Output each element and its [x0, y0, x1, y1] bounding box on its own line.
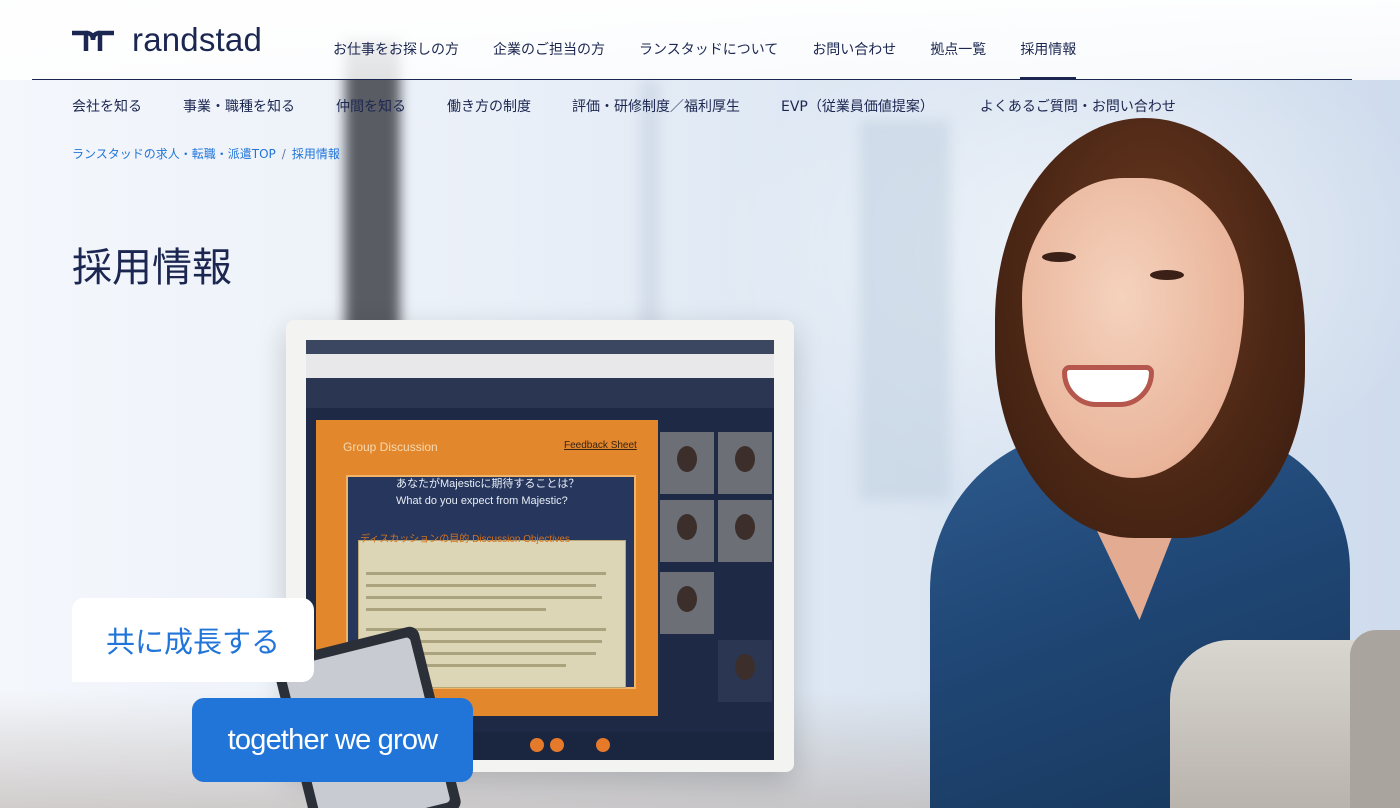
- screen-question-en: What do you expect from Majestic?: [396, 495, 568, 507]
- main-nav-companies[interactable]: 企業のご担当の方: [476, 28, 622, 80]
- main-nav-about[interactable]: ランスタッドについて: [622, 28, 795, 80]
- video-participant: [660, 500, 714, 562]
- video-participant: [660, 572, 714, 634]
- breadcrumb: ランスタッドの求人・転職・派遣TOP / 採用情報: [72, 145, 340, 162]
- video-participant: [718, 500, 772, 562]
- header-divider: [32, 79, 1352, 80]
- breadcrumb-current[interactable]: 採用情報: [292, 145, 340, 162]
- video-participant: [718, 640, 772, 702]
- person-eye: [1042, 252, 1076, 262]
- main-nav-job-seekers[interactable]: お仕事をお探しの方: [316, 28, 476, 80]
- chair-image: [1350, 630, 1400, 808]
- meeting-control-icon: [550, 738, 564, 752]
- screen-note-title: ディスカッションの目的 Discussion Objectives: [360, 534, 570, 545]
- sub-nav-colleagues[interactable]: 仲間を知る: [336, 96, 406, 116]
- browser-address-bar: [306, 354, 774, 378]
- window-pillar: [640, 80, 660, 340]
- person-eye: [1150, 270, 1184, 280]
- breadcrumb-separator: /: [281, 146, 286, 161]
- note-text-line: [366, 572, 606, 575]
- screen-slide-title: Group Discussion: [343, 440, 438, 454]
- main-nav-locations[interactable]: 拠点一覧: [913, 28, 1003, 80]
- main-nav-recruitment[interactable]: 採用情報: [1003, 28, 1093, 80]
- site-header: randstad お仕事をお探しの方 企業のご担当の方 ランスタッドについて お…: [0, 0, 1400, 80]
- randstad-logo[interactable]: randstad: [70, 21, 263, 58]
- main-nav-contact[interactable]: お問い合わせ: [795, 28, 913, 80]
- logo-wordmark: randstad: [132, 21, 263, 58]
- sub-nav-business[interactable]: 事業・職種を知る: [183, 96, 295, 116]
- tagline-english: together we grow: [192, 698, 473, 782]
- hero-background-photo: Group Discussion Feedback Sheet あなたがMaje…: [0, 0, 1400, 808]
- screen-slide-link: Feedback Sheet: [564, 440, 637, 451]
- sub-navigation: 会社を知る 事業・職種を知る 仲間を知る 働き方の制度 評価・研修制度／福利厚生…: [72, 96, 1176, 116]
- sub-nav-work-style[interactable]: 働き方の制度: [447, 96, 531, 116]
- sub-nav-faq[interactable]: よくあるご質問・お問い合わせ: [980, 96, 1176, 116]
- meeting-header: [306, 378, 774, 408]
- meeting-control-icon: [530, 738, 544, 752]
- sub-nav-evaluation[interactable]: 評価・研修制度／福利厚生: [572, 96, 740, 116]
- tagline-japanese: 共に成長する: [72, 598, 314, 682]
- window-pillar: [860, 120, 950, 500]
- browser-tabs: [306, 340, 774, 354]
- sub-nav-evp[interactable]: EVP（従業員価値提案）: [781, 96, 934, 116]
- video-participant: [718, 432, 772, 494]
- main-navigation: お仕事をお探しの方 企業のご担当の方 ランスタッドについて お問い合わせ 拠点一…: [316, 28, 1093, 80]
- note-text-line: [366, 608, 546, 611]
- screen-question-ja: あなたがMajesticに期待することは？: [396, 478, 580, 490]
- note-text-line: [366, 584, 596, 587]
- breadcrumb-home-link[interactable]: ランスタッドの求人・転職・派遣TOP: [72, 145, 276, 162]
- randstad-logo-icon: [72, 30, 114, 51]
- window-pillar: [345, 40, 400, 340]
- note-text-line: [366, 596, 602, 599]
- meeting-control-icon: [596, 738, 610, 752]
- sub-nav-company[interactable]: 会社を知る: [72, 96, 142, 116]
- video-participant: [660, 432, 714, 494]
- page-title: 採用情報: [72, 245, 232, 291]
